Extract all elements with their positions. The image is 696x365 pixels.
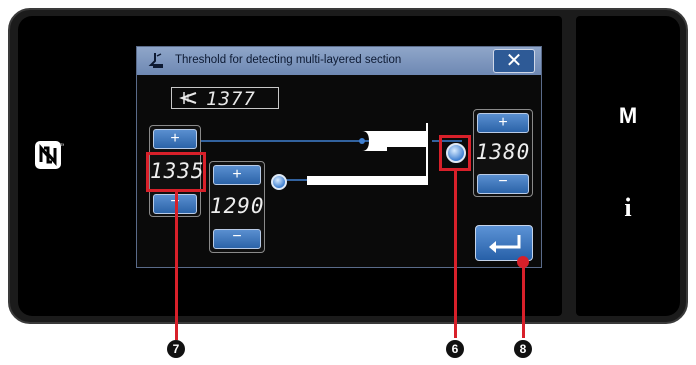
callout-box-knob [439, 135, 471, 171]
callout-dot-enter [517, 256, 529, 268]
side-panel [576, 16, 680, 316]
callout-line-knob [454, 171, 457, 338]
callout-badge-knob: 6 [446, 340, 464, 358]
right-threshold-value: 1380 [475, 140, 531, 164]
enter-icon [489, 235, 521, 253]
callout-line-enter [522, 262, 525, 338]
lower-threshold-knob[interactable] [271, 174, 287, 190]
middle-threshold-value: 1290 [210, 194, 265, 218]
right-plus-button[interactable]: + [477, 113, 529, 133]
info-button[interactable]: i [576, 193, 680, 223]
right-minus-button[interactable]: − [477, 174, 529, 194]
callout-badge-enter: 8 [514, 340, 532, 358]
svg-text:TM: TM [60, 142, 64, 147]
middle-plus-button[interactable]: + [213, 165, 261, 185]
right-threshold-column: + 1380 − [473, 109, 533, 197]
dialog-title: Threshold for detecting multi-layered se… [175, 54, 402, 66]
middle-minus-button[interactable]: − [213, 229, 261, 249]
callout-box-value [146, 152, 206, 192]
callout-line-value [175, 192, 178, 340]
middle-threshold-column: + 1290 − [209, 161, 265, 253]
dialog-title-bar: Threshold for detecting multi-layered se… [137, 47, 541, 75]
nfc-icon[interactable]: TM [34, 140, 66, 170]
close-button[interactable]: ✕ [493, 49, 535, 73]
mode-button[interactable]: M [576, 103, 680, 129]
callout-badge-value: 7 [167, 340, 185, 358]
left-plus-button[interactable]: + [153, 129, 197, 149]
presser-foot-icon [147, 51, 167, 71]
